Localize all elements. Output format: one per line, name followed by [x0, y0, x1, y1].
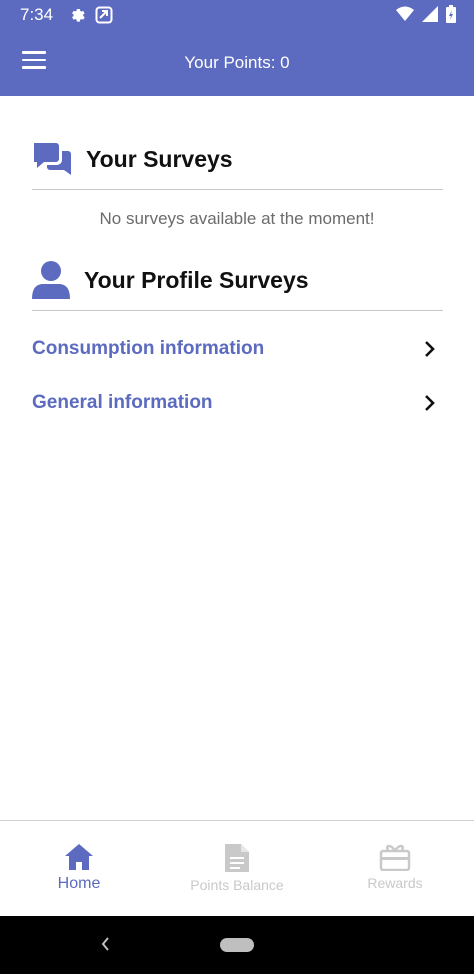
chat-bubbles-icon — [34, 143, 71, 175]
gear-icon — [72, 9, 85, 22]
nav-label-home: Home — [57, 875, 101, 892]
profile-header: Your Profile Surveys — [32, 256, 443, 304]
chevron-right-icon — [425, 395, 435, 411]
profile-title: Your Profile Surveys — [84, 266, 309, 293]
back-icon[interactable] — [98, 934, 114, 954]
no-surveys-message: No surveys available at the moment! — [99, 209, 375, 228]
document-icon — [225, 844, 249, 872]
home-pill-button[interactable] — [220, 938, 254, 952]
wifi-icon — [396, 6, 414, 21]
battery-icon — [446, 5, 456, 23]
profile-divider — [32, 310, 443, 311]
person-icon — [32, 261, 70, 299]
surveys-section: Your Surveys — [32, 135, 443, 190]
nav-label-points-balance: Points Balance — [190, 877, 284, 893]
nav-item-points-balance[interactable]: Points Balance — [158, 821, 316, 916]
toolbar: Your Points: 0 — [0, 38, 474, 88]
home-icon — [65, 844, 93, 870]
surveys-header: Your Surveys — [32, 135, 443, 183]
signal-icon — [422, 6, 438, 22]
status-bar: 7:34 — [0, 0, 474, 30]
notification-box-icon — [95, 6, 113, 24]
chevron-right-icon — [425, 341, 435, 357]
profile-section: Your Profile Surveys — [32, 256, 443, 311]
profile-item-consumption[interactable]: Consumption information — [32, 329, 443, 369]
nav-label-rewards: Rewards — [367, 875, 423, 891]
surveys-title: Your Surveys — [86, 145, 233, 172]
bottom-nav: Home Points Balance Rewards — [0, 821, 474, 916]
profile-item-label: Consumption information — [32, 338, 265, 359]
points-label: Your Points: 0 — [184, 53, 290, 72]
gift-card-icon — [379, 844, 411, 871]
app-bar: 7:34 Your Points: 0 — [0, 0, 474, 96]
nav-item-home[interactable]: Home — [0, 821, 158, 916]
nav-item-rewards[interactable]: Rewards — [316, 821, 474, 916]
status-time: 7:34 — [20, 5, 54, 24]
profile-item-label: General information — [32, 392, 213, 413]
profile-item-general[interactable]: General information — [32, 383, 443, 423]
surveys-divider — [32, 189, 443, 190]
